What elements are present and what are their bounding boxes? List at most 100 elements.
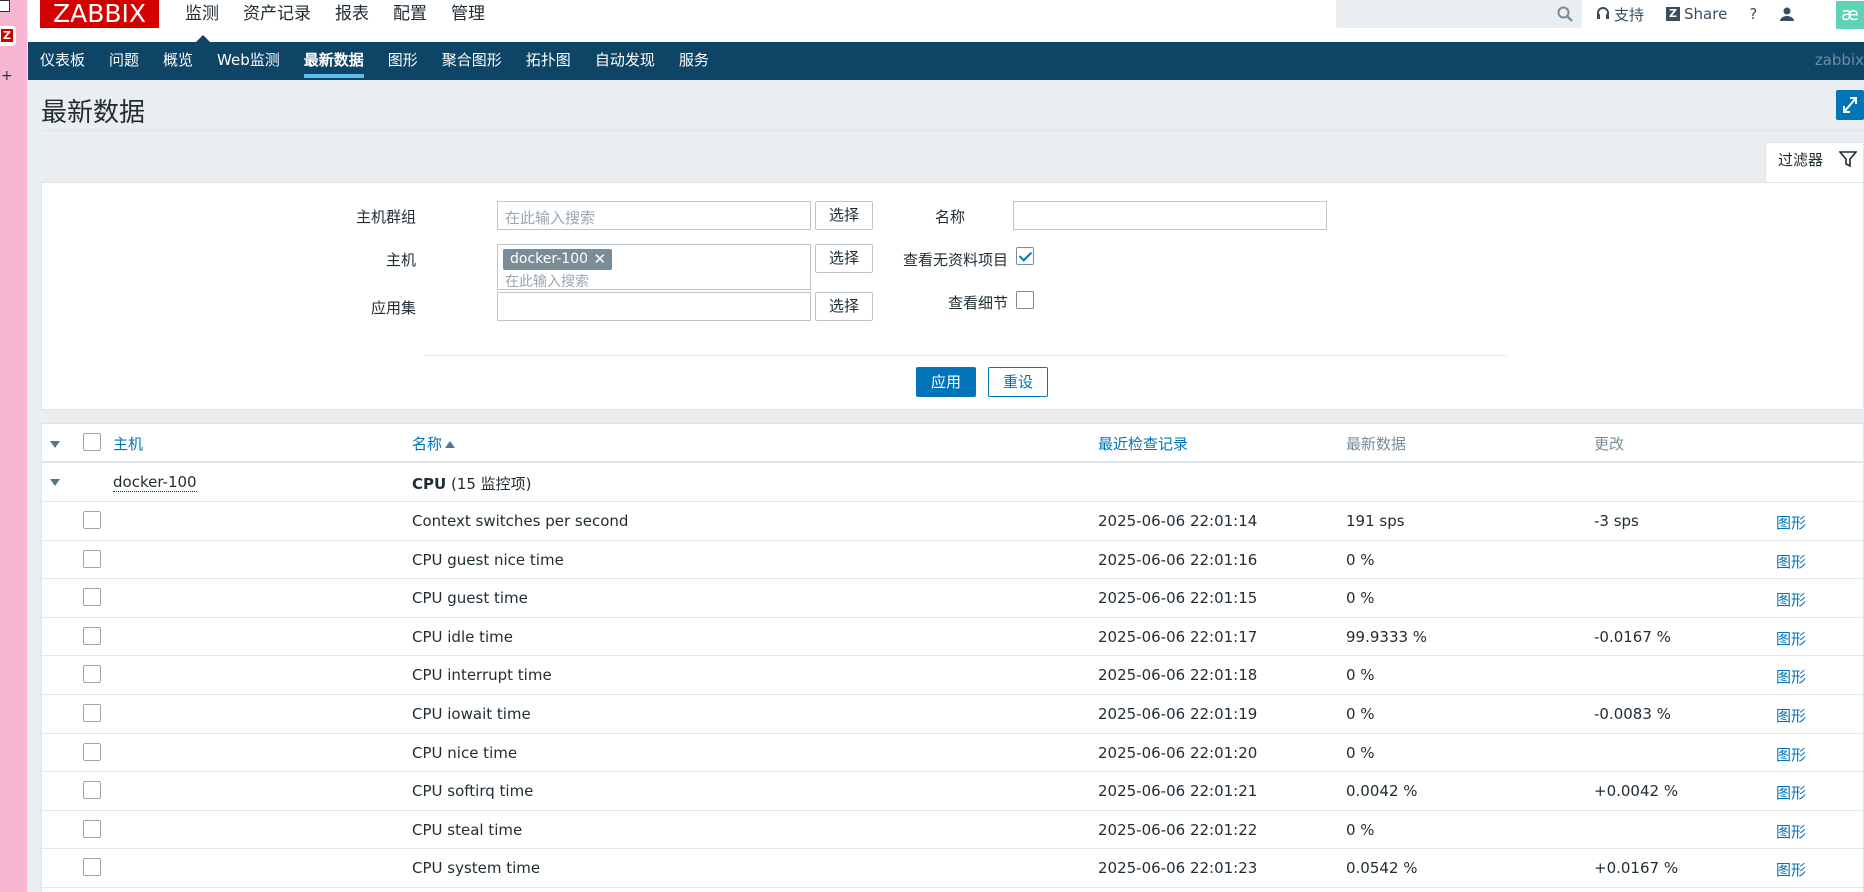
item-change: +0.0167 %: [1594, 859, 1679, 878]
item-last-value: 0 %: [1346, 705, 1375, 723]
group-application: CPU (15 监控项): [412, 473, 532, 494]
host-multiselect[interactable]: docker-100 ✕ 在此输入搜索: [497, 244, 811, 290]
row-checkbox[interactable]: [83, 549, 101, 568]
show-without-data-checkbox[interactable]: [1016, 247, 1034, 265]
row-checkbox[interactable]: [83, 626, 101, 645]
sub-menu-discovery[interactable]: 自动发现: [583, 42, 667, 80]
sub-menu-screens[interactable]: 聚合图形: [430, 42, 514, 80]
item-graph-link[interactable]: 图形: [1776, 512, 1806, 533]
sub-menu-latest-data[interactable]: 最新数据: [292, 42, 376, 80]
server-name: zabbix: [1814, 51, 1864, 69]
item-last-value: 0.0042 %: [1346, 782, 1418, 801]
sub-menu-maps[interactable]: 拓扑图: [514, 42, 583, 80]
hostgroup-input[interactable]: 在此输入搜索: [497, 201, 811, 230]
user-profile-button[interactable]: [1779, 6, 1795, 22]
plus-icon[interactable]: +: [1, 68, 13, 84]
sub-menu-web[interactable]: Web监测: [205, 42, 292, 80]
select-all-checkbox[interactable]: [83, 433, 101, 451]
main-menu-administration[interactable]: 管理: [439, 0, 497, 42]
item-name: CPU guest time: [412, 589, 528, 608]
search-input[interactable]: [1336, 0, 1582, 28]
item-last-check: 2025-06-06 22:01:15: [1098, 589, 1258, 608]
item-graph-link[interactable]: 图形: [1776, 782, 1806, 803]
sub-menu-graphs[interactable]: 图形: [376, 42, 430, 80]
host-tag-label: docker-100: [510, 251, 589, 267]
row-checkbox[interactable]: [83, 511, 101, 529]
item-graph-link[interactable]: 图形: [1776, 666, 1806, 687]
show-details-checkbox[interactable]: [1016, 291, 1034, 309]
fullscreen-button[interactable]: [1836, 90, 1864, 120]
item-last-value: 99.9333 %: [1346, 627, 1428, 646]
item-last-check: 2025-06-06 22:01:16: [1098, 550, 1258, 569]
table-header: 主机 名称 最近检查记录 最新数据 更改: [42, 424, 1863, 463]
latest-data-table: 主机 名称 最近检查记录 最新数据 更改 docker-100 CPU (15 …: [41, 423, 1864, 892]
item-graph-link[interactable]: 图形: [1776, 589, 1806, 610]
item-last-check: 2025-06-06 22:01:17: [1098, 627, 1258, 646]
row-checkbox[interactable]: [83, 665, 101, 684]
item-last-value: 191 sps: [1346, 512, 1405, 530]
item-last-value: 0 %: [1346, 743, 1375, 762]
tab-icon[interactable]: [0, 0, 10, 12]
item-last-check: 2025-06-06 22:01:20: [1098, 743, 1258, 762]
page-title: 最新数据: [41, 98, 146, 128]
sub-menu-dashboard[interactable]: 仪表板: [28, 42, 97, 80]
item-graph-link[interactable]: 图形: [1776, 705, 1806, 726]
share-z-icon: Z: [1666, 7, 1681, 21]
item-graph-link[interactable]: 图形: [1776, 859, 1806, 880]
row-checkbox[interactable]: [83, 819, 101, 838]
row-checkbox[interactable]: [83, 781, 101, 800]
header-tools: 支持 Z Share ?: [1596, 0, 1817, 28]
main-menu-monitoring[interactable]: 监测: [173, 0, 231, 42]
extension-ae-icon[interactable]: æ: [1836, 1, 1864, 29]
item-last-check: 2025-06-06 22:01:21: [1098, 782, 1258, 801]
group-app-name: CPU: [412, 475, 447, 493]
item-graph-link[interactable]: 图形: [1776, 821, 1806, 842]
item-last-check: 2025-06-06 22:01:23: [1098, 859, 1258, 878]
sub-menu-problems[interactable]: 问题: [97, 42, 151, 80]
top-nav: ZABBIX 监测 资产记录 报表 配置 管理 支持 Z Share ? æ: [28, 0, 1864, 42]
item-graph-link[interactable]: 图形: [1776, 744, 1806, 765]
main-menu-inventory[interactable]: 资产记录: [231, 0, 323, 42]
main-menu-reports[interactable]: 报表: [323, 0, 381, 42]
application-input[interactable]: [497, 292, 811, 321]
collapse-group-icon[interactable]: [50, 479, 60, 486]
sub-menu: 仪表板 问题 概览 Web监测 最新数据 图形 聚合图形 拓扑图 自动发现 服务: [28, 42, 721, 80]
user-icon: [1780, 7, 1795, 21]
help-button[interactable]: ?: [1749, 5, 1757, 23]
item-graph-link[interactable]: 图形: [1776, 551, 1806, 572]
item-change: -0.0083 %: [1594, 705, 1671, 723]
name-column-header[interactable]: 名称: [412, 433, 456, 454]
row-checkbox[interactable]: [83, 704, 101, 722]
zabbix-app: ZABBIX 监测 资产记录 报表 配置 管理 支持 Z Share ? æ 仪…: [28, 0, 1864, 892]
zabbix-tab-icon[interactable]: Z: [0, 26, 16, 46]
table-row: CPU softirq time 2025-06-06 22:01:21 0.004…: [42, 772, 1863, 811]
host-label: 主机: [385, 251, 416, 269]
main-menu-configuration[interactable]: 配置: [381, 0, 439, 42]
host-column-header[interactable]: 主机: [113, 433, 143, 454]
last-check-column-header[interactable]: 最近检查记录: [1098, 433, 1188, 454]
table-row: CPU nice time 2025-06-06 22:01:20 0 % 图形: [42, 734, 1863, 773]
row-checkbox[interactable]: [83, 588, 101, 607]
name-input[interactable]: [1013, 201, 1327, 230]
row-checkbox[interactable]: [83, 858, 101, 877]
host-placeholder: 在此输入搜索: [505, 274, 589, 290]
sub-menu-services[interactable]: 服务: [667, 42, 721, 80]
support-link[interactable]: 支持: [1596, 4, 1644, 25]
search-icon[interactable]: [1556, 5, 1574, 23]
change-column-header: 更改: [1594, 435, 1625, 453]
item-last-check: 2025-06-06 22:01:19: [1098, 705, 1258, 723]
item-last-value: 0 %: [1346, 589, 1375, 608]
sub-menu-overview[interactable]: 概览: [151, 42, 205, 80]
filter-tab[interactable]: 过滤器: [1765, 142, 1864, 183]
apply-button[interactable]: 应用: [916, 367, 976, 397]
table-row: CPU interrupt time 2025-06-06 22:01:18 0 %…: [42, 656, 1863, 695]
reset-button[interactable]: 重设: [988, 367, 1048, 397]
browser-side-strip: Z +: [0, 0, 27, 892]
share-link[interactable]: Z Share: [1666, 5, 1727, 23]
collapse-all-icon[interactable]: [50, 441, 60, 448]
group-host-link[interactable]: docker-100: [113, 473, 197, 492]
row-checkbox[interactable]: [83, 742, 101, 761]
remove-tag-icon[interactable]: ✕: [593, 249, 606, 270]
item-graph-link[interactable]: 图形: [1776, 628, 1806, 649]
zabbix-logo[interactable]: ZABBIX: [40, 0, 159, 28]
